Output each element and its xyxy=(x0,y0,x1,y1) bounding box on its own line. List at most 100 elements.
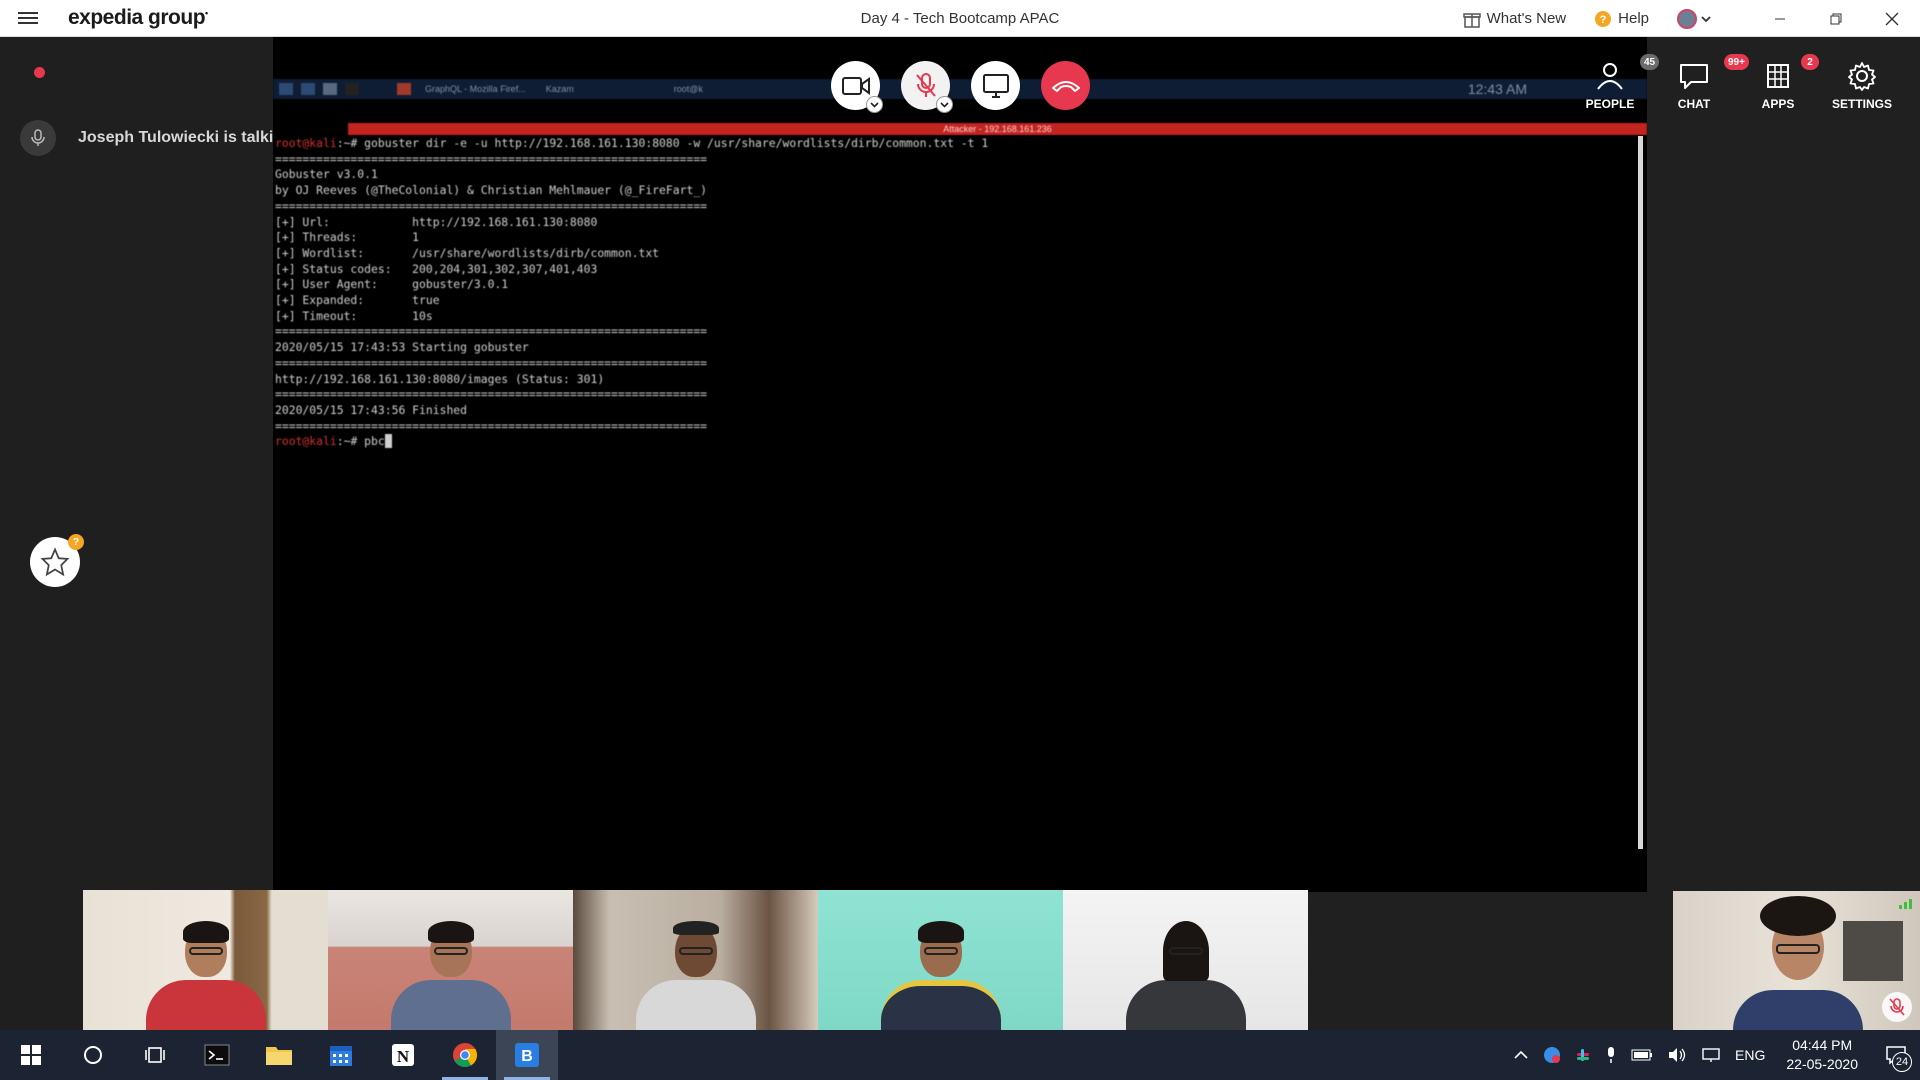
terminal-cursor xyxy=(384,434,392,449)
taskbar-file-explorer[interactable] xyxy=(248,1030,310,1080)
minimize-button[interactable] xyxy=(1752,0,1808,37)
participant-video-2[interactable] xyxy=(328,890,573,1030)
recording-indicator xyxy=(34,67,45,78)
chrome-icon xyxy=(453,1043,478,1068)
favorite-button[interactable]: ? xyxy=(30,534,84,587)
show-hidden-icons-button[interactable] xyxy=(1513,1050,1529,1060)
mic-icon xyxy=(20,120,56,156)
clock-date: 22-05-2020 xyxy=(1786,1056,1858,1072)
tray-mic-icon[interactable] xyxy=(1605,1046,1617,1064)
terminal-line: by OJ Reeves (@TheColonial) & Christian … xyxy=(275,183,708,198)
system-clock[interactable]: 04:44 PM 22-05-2020 xyxy=(1786,1036,1858,1074)
kali-tab-firefox: GraphQL - Mozilla Firef... xyxy=(425,84,526,94)
slack-icon xyxy=(1577,1049,1590,1061)
participant-video-4[interactable] xyxy=(818,890,1063,1030)
close-icon xyxy=(1885,12,1899,25)
minimize-icon xyxy=(1775,18,1785,19)
phone-hangup-icon xyxy=(1051,80,1080,92)
notification-count: 24 xyxy=(1892,1052,1912,1072)
task-view-button[interactable] xyxy=(124,1030,186,1080)
battery-indicator[interactable] xyxy=(1631,1049,1653,1061)
chat-button[interactable]: 99+ CHAT xyxy=(1652,54,1749,111)
terminal-icon xyxy=(204,1044,230,1066)
video-camera-icon xyxy=(841,76,870,95)
terminal-line: [+] Wordlist: /usr/share/wordlists/dirb/… xyxy=(275,245,660,260)
brand-logo: expedia group• xyxy=(68,6,208,29)
close-button[interactable] xyxy=(1864,0,1920,37)
kali-tab-kazam: Kazam xyxy=(545,84,574,94)
terminal-line: :~# pbc xyxy=(336,434,385,449)
settings-label: SETTINGS xyxy=(1831,97,1892,111)
people-button[interactable]: 45 PEOPLE xyxy=(1568,54,1660,111)
self-video-preview[interactable] xyxy=(1673,891,1920,1030)
terminal-line: [+] Expanded: true xyxy=(275,293,440,308)
terminal-line: [+] Threads: 1 xyxy=(275,230,420,245)
hang-up-button[interactable] xyxy=(1041,61,1090,110)
taskbar-calendar-app[interactable] xyxy=(310,1030,372,1080)
share-screen-button[interactable] xyxy=(971,61,1020,110)
participant-video-strip xyxy=(83,890,1308,1030)
microphone-icon xyxy=(1608,1047,1615,1063)
people-icon xyxy=(1597,63,1623,90)
apps-label: APPS xyxy=(1761,97,1795,111)
left-sidebar xyxy=(0,37,273,1030)
restore-icon xyxy=(1830,13,1842,24)
title-bar: expedia group• Day 4 - Tech Bootcamp APA… xyxy=(0,0,1920,37)
terminal-line: Gobuster v3.0.1 xyxy=(275,167,378,182)
restore-button[interactable] xyxy=(1808,0,1864,37)
terminal-line: [+] Url: http://192.168.161.130:8080 xyxy=(275,214,598,229)
chat-icon xyxy=(1680,64,1708,89)
help-button[interactable]: ? Help xyxy=(1594,10,1649,28)
notion-icon: N xyxy=(392,1044,414,1066)
cortana-search-button[interactable] xyxy=(62,1030,124,1080)
language-indicator[interactable]: ENG xyxy=(1735,1047,1765,1063)
participant-video-1[interactable] xyxy=(83,890,328,1030)
task-view-icon xyxy=(145,1047,165,1063)
terminal-line: ========================================… xyxy=(275,324,708,339)
signal-strength-icon xyxy=(1899,899,1912,909)
avatar xyxy=(1677,8,1697,29)
folder-icon xyxy=(266,1047,292,1065)
taskbar-notion-app[interactable]: N xyxy=(372,1030,434,1080)
participant-video-3[interactable] xyxy=(573,890,818,1030)
shared-screen: GraphQL - Mozilla Firef... Kazam root@k … xyxy=(273,37,1647,892)
settings-button[interactable]: SETTINGS xyxy=(1820,58,1904,111)
apps-grid-icon xyxy=(1767,64,1789,88)
right-nav: 45 PEOPLE 99+ CHAT 2 APPS SETTINGS xyxy=(1568,54,1904,111)
terminal-line: [+] User Agent: gobuster/3.0.1 xyxy=(275,277,509,292)
onedrive-sync-icon xyxy=(1544,1047,1561,1063)
bluejeans-icon: B xyxy=(515,1043,539,1067)
camera-button[interactable] xyxy=(831,61,883,113)
search-circle-icon xyxy=(84,1046,102,1064)
terminal-prompt: root@kali xyxy=(275,434,337,449)
terminal-line: ========================================… xyxy=(275,198,708,213)
network-indicator[interactable] xyxy=(1701,1047,1721,1063)
taskbar-terminal-app[interactable] xyxy=(186,1030,248,1080)
svg-text:B: B xyxy=(521,1048,533,1065)
tray-slack-icon[interactable] xyxy=(1575,1047,1591,1063)
camera-options-button[interactable] xyxy=(866,96,883,113)
taskbar-bluejeans-app[interactable]: B xyxy=(496,1030,558,1080)
terminal-line: [+] Status codes: 200,204,301,302,307,40… xyxy=(275,261,598,276)
call-controls xyxy=(831,61,1090,113)
participant-video-5[interactable] xyxy=(1063,890,1308,1030)
hamburger-menu-icon[interactable] xyxy=(18,9,38,29)
whats-new-button[interactable]: What's New xyxy=(1462,10,1566,28)
tray-app-icon[interactable] xyxy=(1543,1046,1561,1064)
volume-control[interactable] xyxy=(1667,1047,1687,1063)
start-button[interactable] xyxy=(0,1030,62,1080)
svg-text:?: ? xyxy=(1600,14,1607,26)
windows-taskbar: N B ENG 04:44 PM 22-05-2020 24 xyxy=(0,1030,1920,1080)
favorite-badge: ? xyxy=(68,534,84,550)
terminal-prompt: root@kali xyxy=(275,136,337,150)
apps-button[interactable]: 2 APPS xyxy=(1736,54,1820,111)
action-center-button[interactable]: 24 xyxy=(1872,1030,1920,1080)
user-avatar-menu[interactable] xyxy=(1677,8,1712,29)
taskbar-chrome-app[interactable] xyxy=(434,1030,496,1080)
audio-options-button[interactable] xyxy=(936,96,953,113)
windows-logo-icon xyxy=(21,1045,41,1065)
terminal-line: :~# gobuster dir -e -u http://192.168.16… xyxy=(336,136,989,150)
speaker-icon xyxy=(1669,1048,1686,1062)
clock-time: 04:44 PM xyxy=(1792,1037,1853,1053)
mute-button[interactable] xyxy=(901,61,953,113)
